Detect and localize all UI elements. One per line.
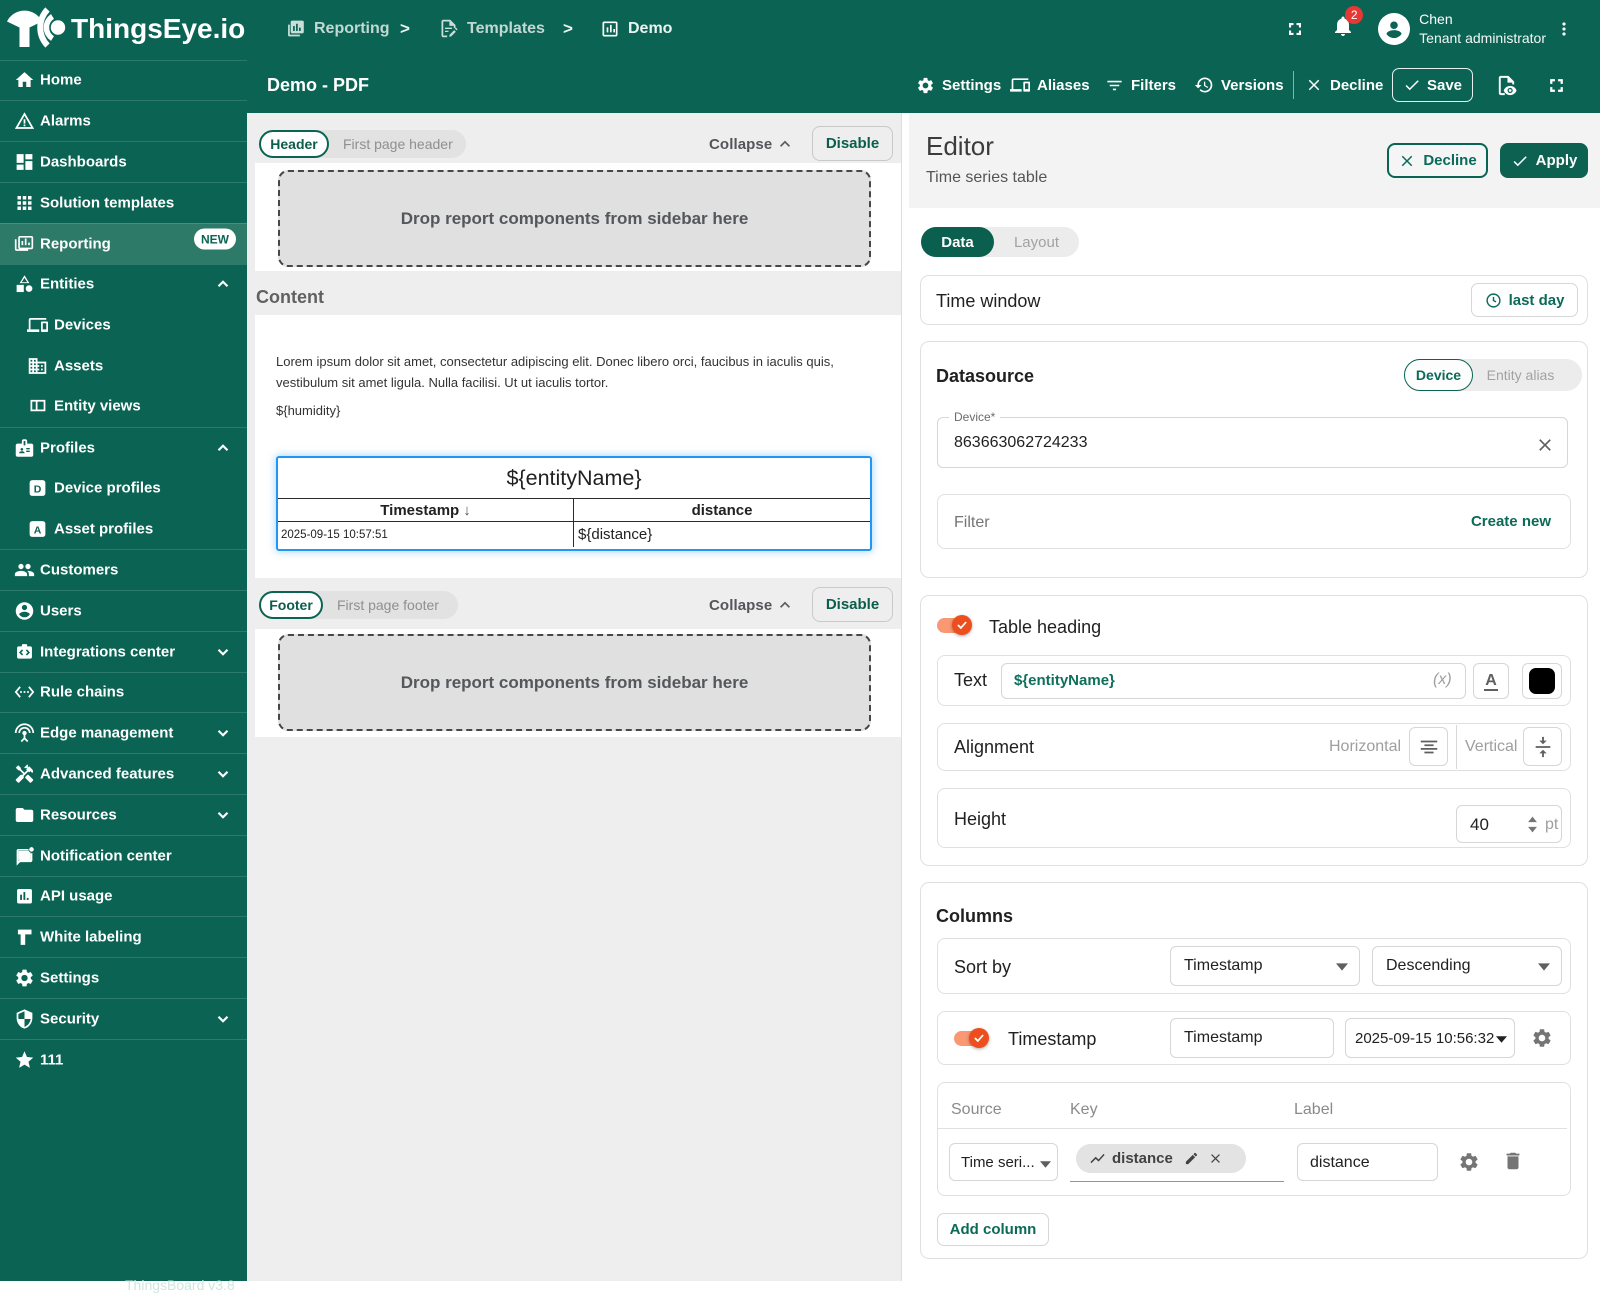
svg-text:D: D — [34, 483, 42, 495]
svg-text:ThingsEye.io: ThingsEye.io — [71, 13, 245, 44]
svg-text:A: A — [34, 524, 42, 536]
